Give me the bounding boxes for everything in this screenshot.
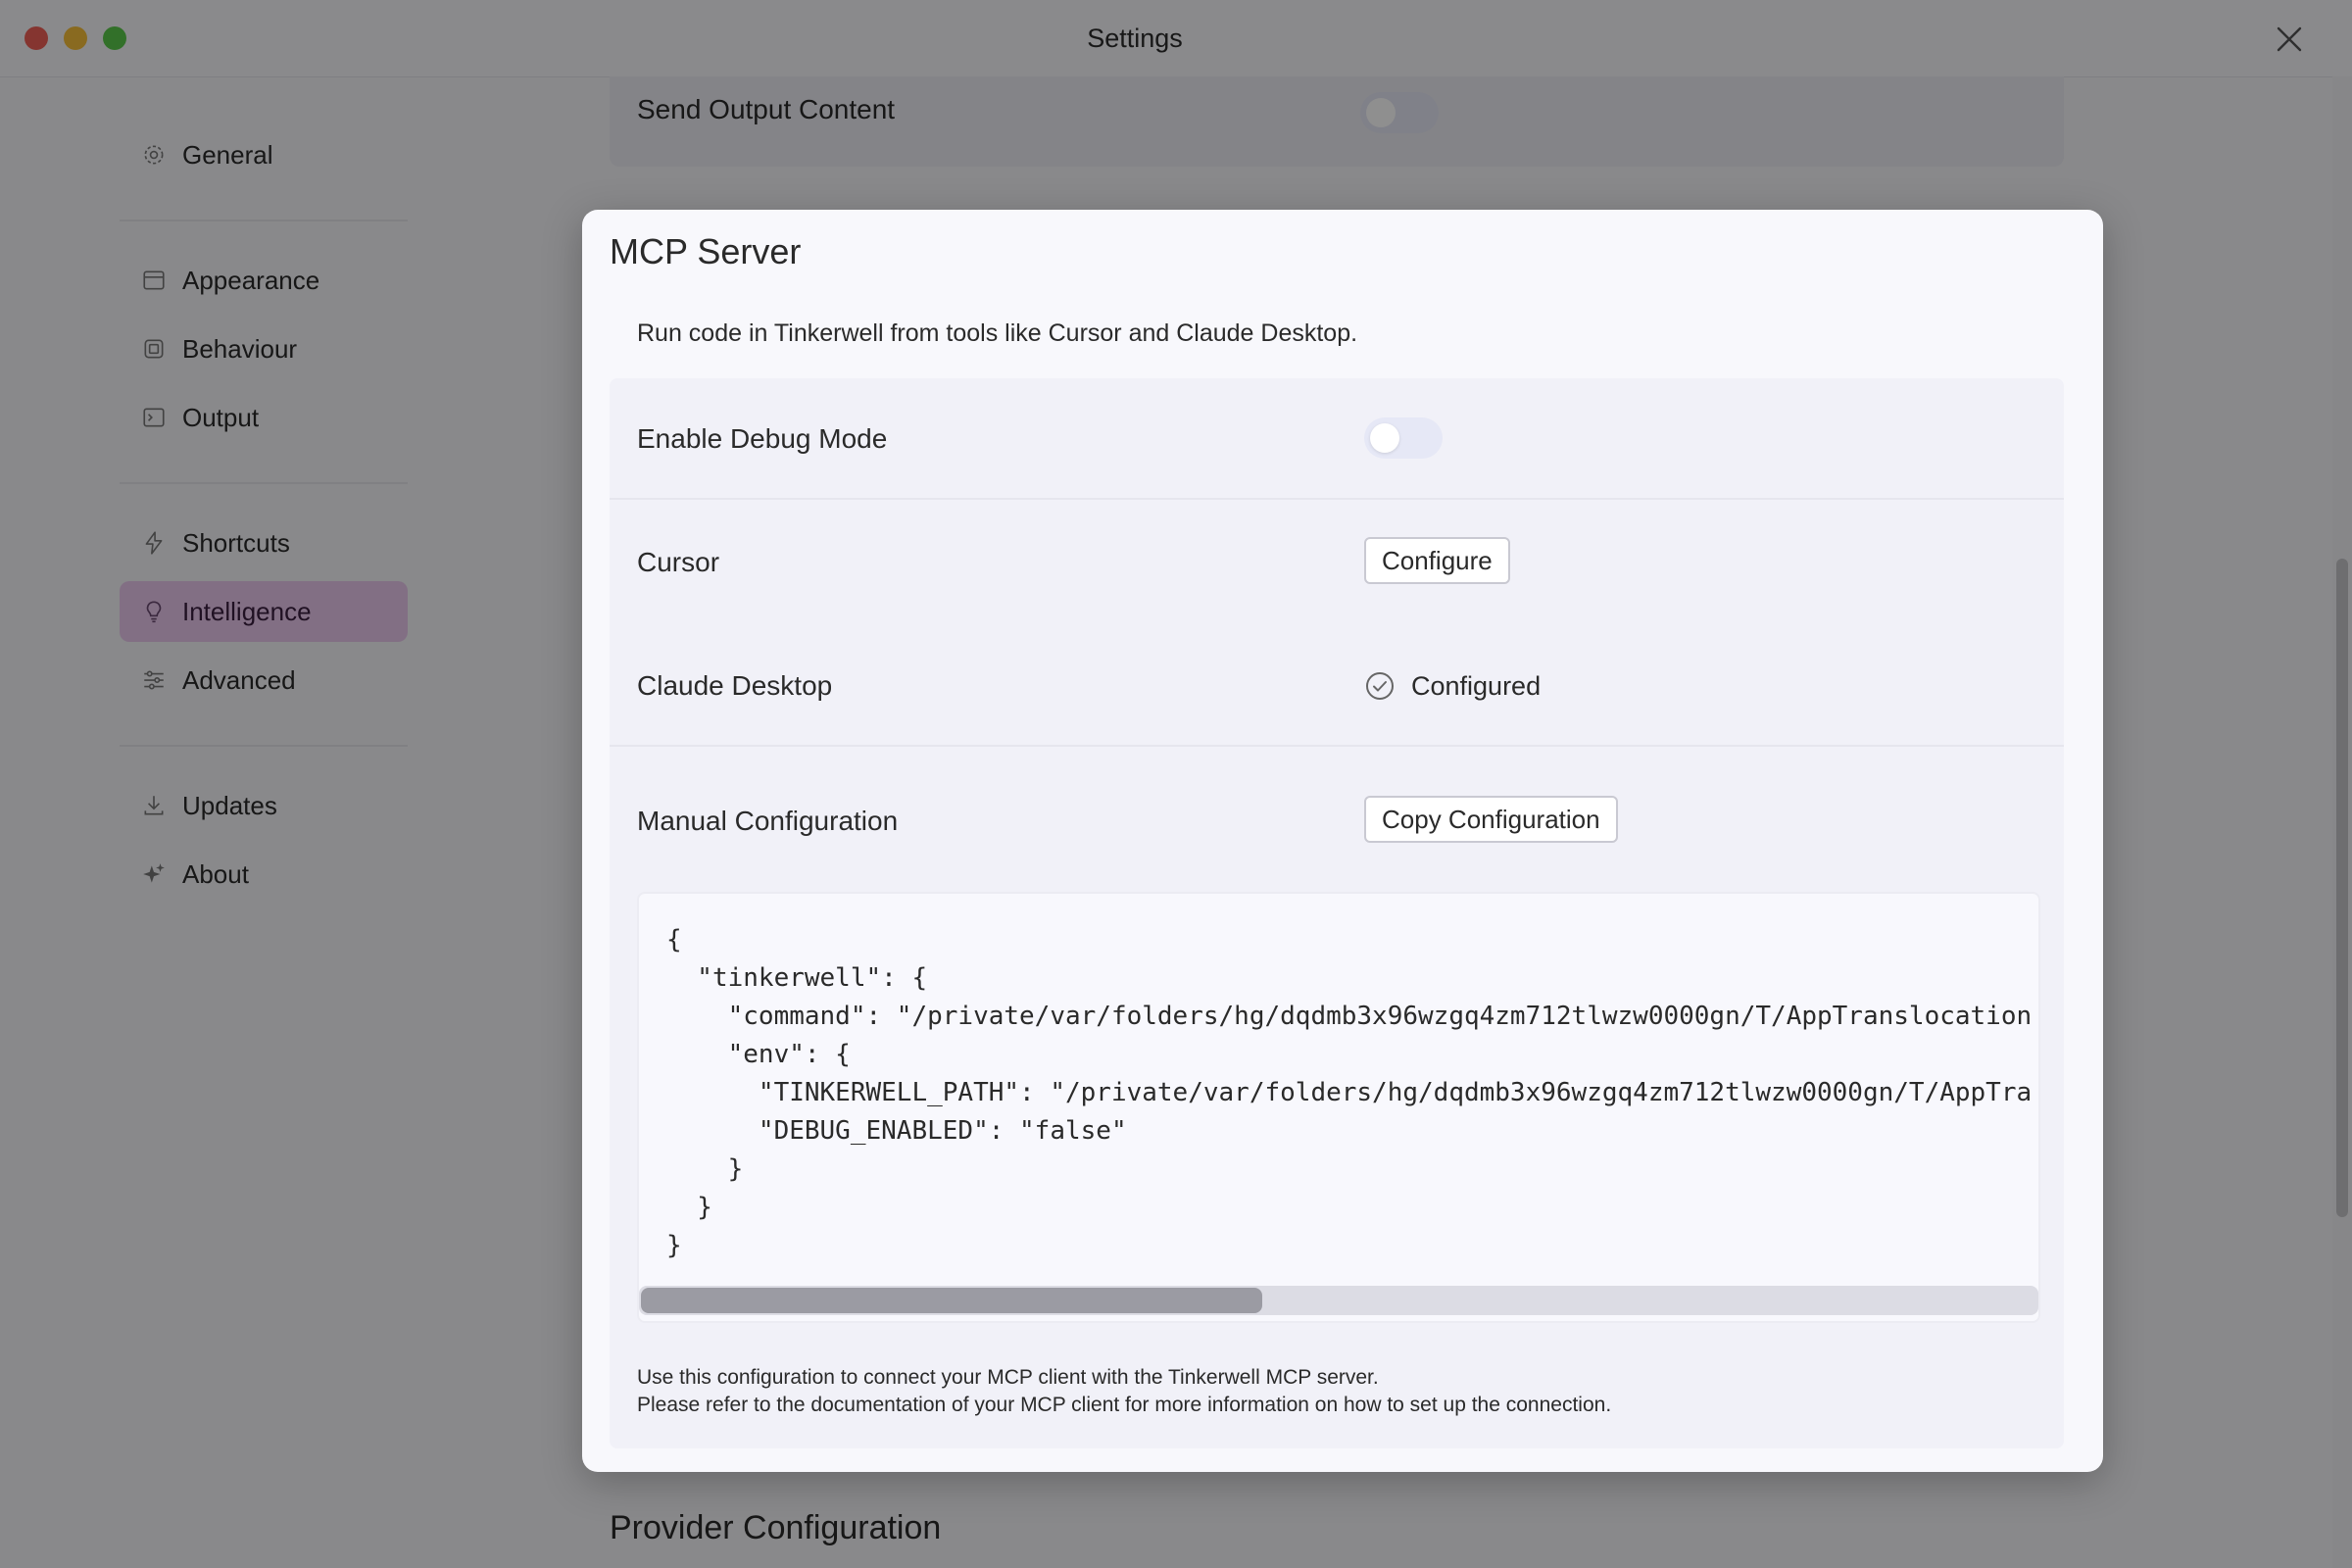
configured-text: Configured	[1411, 670, 1542, 701]
configure-cursor-button[interactable]: Configure	[1364, 537, 1510, 584]
mcp-server-dialog: MCP Server Run code in Tinkerwell from t…	[582, 210, 2103, 1472]
mcp-settings-card: Enable Debug Mode Cursor Configure Claud…	[610, 378, 2064, 1448]
manual-configuration-label: Manual Configuration	[637, 806, 899, 836]
debug-mode-toggle[interactable]	[1364, 417, 1443, 459]
debug-mode-label: Enable Debug Mode	[637, 423, 888, 454]
check-circle-icon	[1366, 672, 1394, 700]
cursor-label: Cursor	[637, 547, 720, 577]
toggle-knob	[1370, 423, 1399, 453]
footer-note-line-2: Please refer to the documentation of you…	[637, 1394, 1612, 1416]
copy-configuration-button[interactable]: Copy Configuration	[1364, 796, 1618, 843]
configuration-code-block[interactable]: { "tinkerwell": { "command": "/private/v…	[637, 892, 2040, 1323]
code-line: }	[666, 1193, 712, 1222]
row-divider	[610, 498, 2064, 500]
row-divider	[610, 745, 2064, 747]
claude-desktop-status: Configured	[1364, 666, 1541, 706]
configuration-code: { "tinkerwell": { "command": "/private/v…	[666, 921, 2038, 1265]
footer-note-line-1: Use this configuration to connect your M…	[637, 1366, 1379, 1389]
dialog-title: MCP Server	[610, 231, 802, 271]
code-line: {	[666, 925, 682, 955]
claude-desktop-label: Claude Desktop	[637, 670, 833, 701]
code-line: "DEBUG_ENABLED": "false"	[666, 1116, 1127, 1146]
code-line: }	[666, 1231, 682, 1260]
horizontal-scrollbar-thumb[interactable]	[641, 1288, 1262, 1313]
code-line: "tinkerwell": {	[666, 963, 928, 993]
dialog-description: Run code in Tinkerwell from tools like C…	[637, 319, 1358, 347]
code-line: "TINKERWELL_PATH": "/private/var/folders…	[666, 1078, 2033, 1107]
code-line: "env": {	[666, 1040, 851, 1069]
code-line: }	[666, 1154, 744, 1184]
horizontal-scrollbar[interactable]	[639, 1286, 2038, 1315]
code-line: "command": "/private/var/folders/hg/dqdm…	[666, 1002, 2033, 1031]
